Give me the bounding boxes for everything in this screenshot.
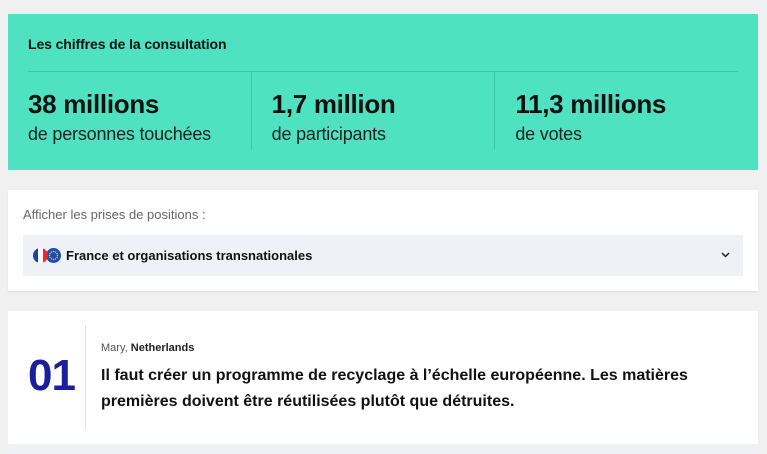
positions-select[interactable]: France et organisations transnationales (23, 235, 743, 276)
next-card-edge (8, 444, 758, 454)
eu-flag-icon (46, 248, 61, 263)
selected-option: France et organisations transnationales (66, 248, 313, 263)
filter-label: Afficher les prises de positions : (23, 207, 206, 222)
stat-participants: 1,7 million de participants (252, 72, 496, 150)
stats-row: 38 millions de personnes touchées 1,7 mi… (28, 71, 738, 150)
stat-label: de personnes touchées (28, 124, 211, 144)
stat-votes: 11,3 millions de votes (495, 72, 738, 150)
stat-value: 1,7 million (271, 89, 396, 119)
stat-people-reached: 38 millions de personnes touchées (28, 72, 252, 150)
positions-filter-panel: Afficher les prises de positions : Franc… (8, 190, 758, 291)
author-name: Mary (101, 342, 125, 354)
consultation-stats-panel: Les chiffres de la consultation 38 milli… (8, 14, 758, 170)
proposal-text: Il faut créer un programme de recyclage … (101, 367, 688, 410)
chevron-down-icon (721, 252, 730, 258)
flags (33, 248, 61, 263)
stats-title: Les chiffres de la consultation (28, 36, 227, 52)
stat-value: 38 millions (28, 89, 160, 119)
author-country: Netherlands (130, 342, 195, 354)
proposal-author-line: Mary, Netherlands (101, 342, 195, 354)
france-flag-icon (33, 248, 48, 263)
divider (85, 325, 86, 430)
proposal-card: 01 Mary, Netherlands Il faut créer un pr… (8, 311, 758, 444)
stat-label: de votes (515, 124, 582, 144)
stat-label: de participants (271, 124, 386, 144)
stat-value: 11,3 millions (515, 89, 667, 119)
proposal-number: 01 (28, 351, 76, 400)
